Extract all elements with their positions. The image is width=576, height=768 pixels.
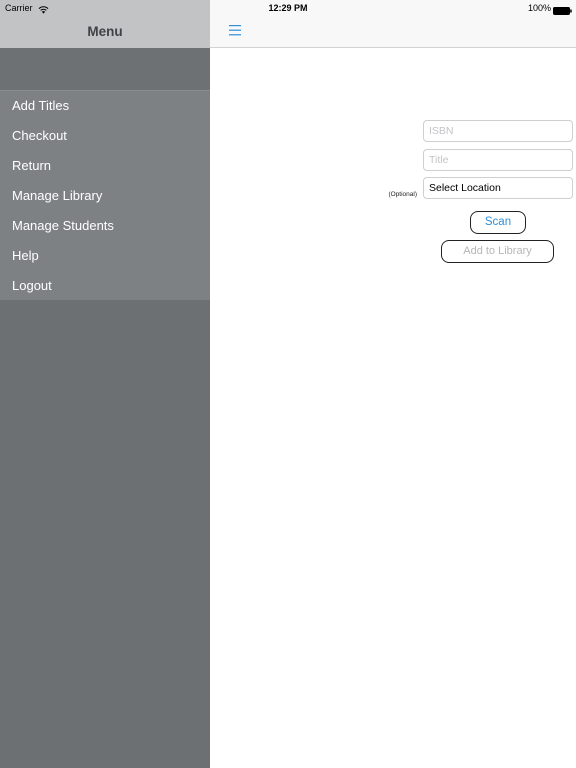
optional-label: (Optional) (388, 191, 417, 198)
sidebar-item-logout[interactable]: Logout (0, 271, 210, 301)
status-time: 12:29 PM (268, 3, 308, 13)
location-select[interactable]: Select Location (423, 177, 573, 199)
sidebar-item-return[interactable]: Return (0, 151, 210, 181)
sidebar-spacer (0, 48, 210, 90)
battery-icon (553, 4, 572, 15)
scan-button[interactable]: Scan (470, 211, 526, 234)
sidebar-item-checkout[interactable]: Checkout (0, 121, 210, 151)
battery-percent: 100% (527, 3, 551, 13)
sidebar-item-help[interactable]: Help (0, 241, 210, 271)
sidebar-title: Menu (87, 24, 123, 39)
hamburger-icon[interactable] (228, 24, 242, 38)
sidebar-menu: Add Titles Checkout Return Manage Librar… (0, 90, 210, 300)
title-input[interactable] (423, 149, 573, 171)
isbn-input[interactable] (423, 120, 573, 142)
status-bar: Carrier 12:29 PM 100% (0, 0, 576, 16)
sidebar-item-manage-library[interactable]: Manage Library (0, 181, 210, 211)
sidebar-item-manage-students[interactable]: Manage Students (0, 211, 210, 241)
sidebar: Menu Add Titles Checkout Return Manage L… (0, 0, 210, 768)
add-to-library-button[interactable]: Add to Library (441, 240, 554, 263)
sidebar-item-add-titles[interactable]: Add Titles (0, 91, 210, 121)
